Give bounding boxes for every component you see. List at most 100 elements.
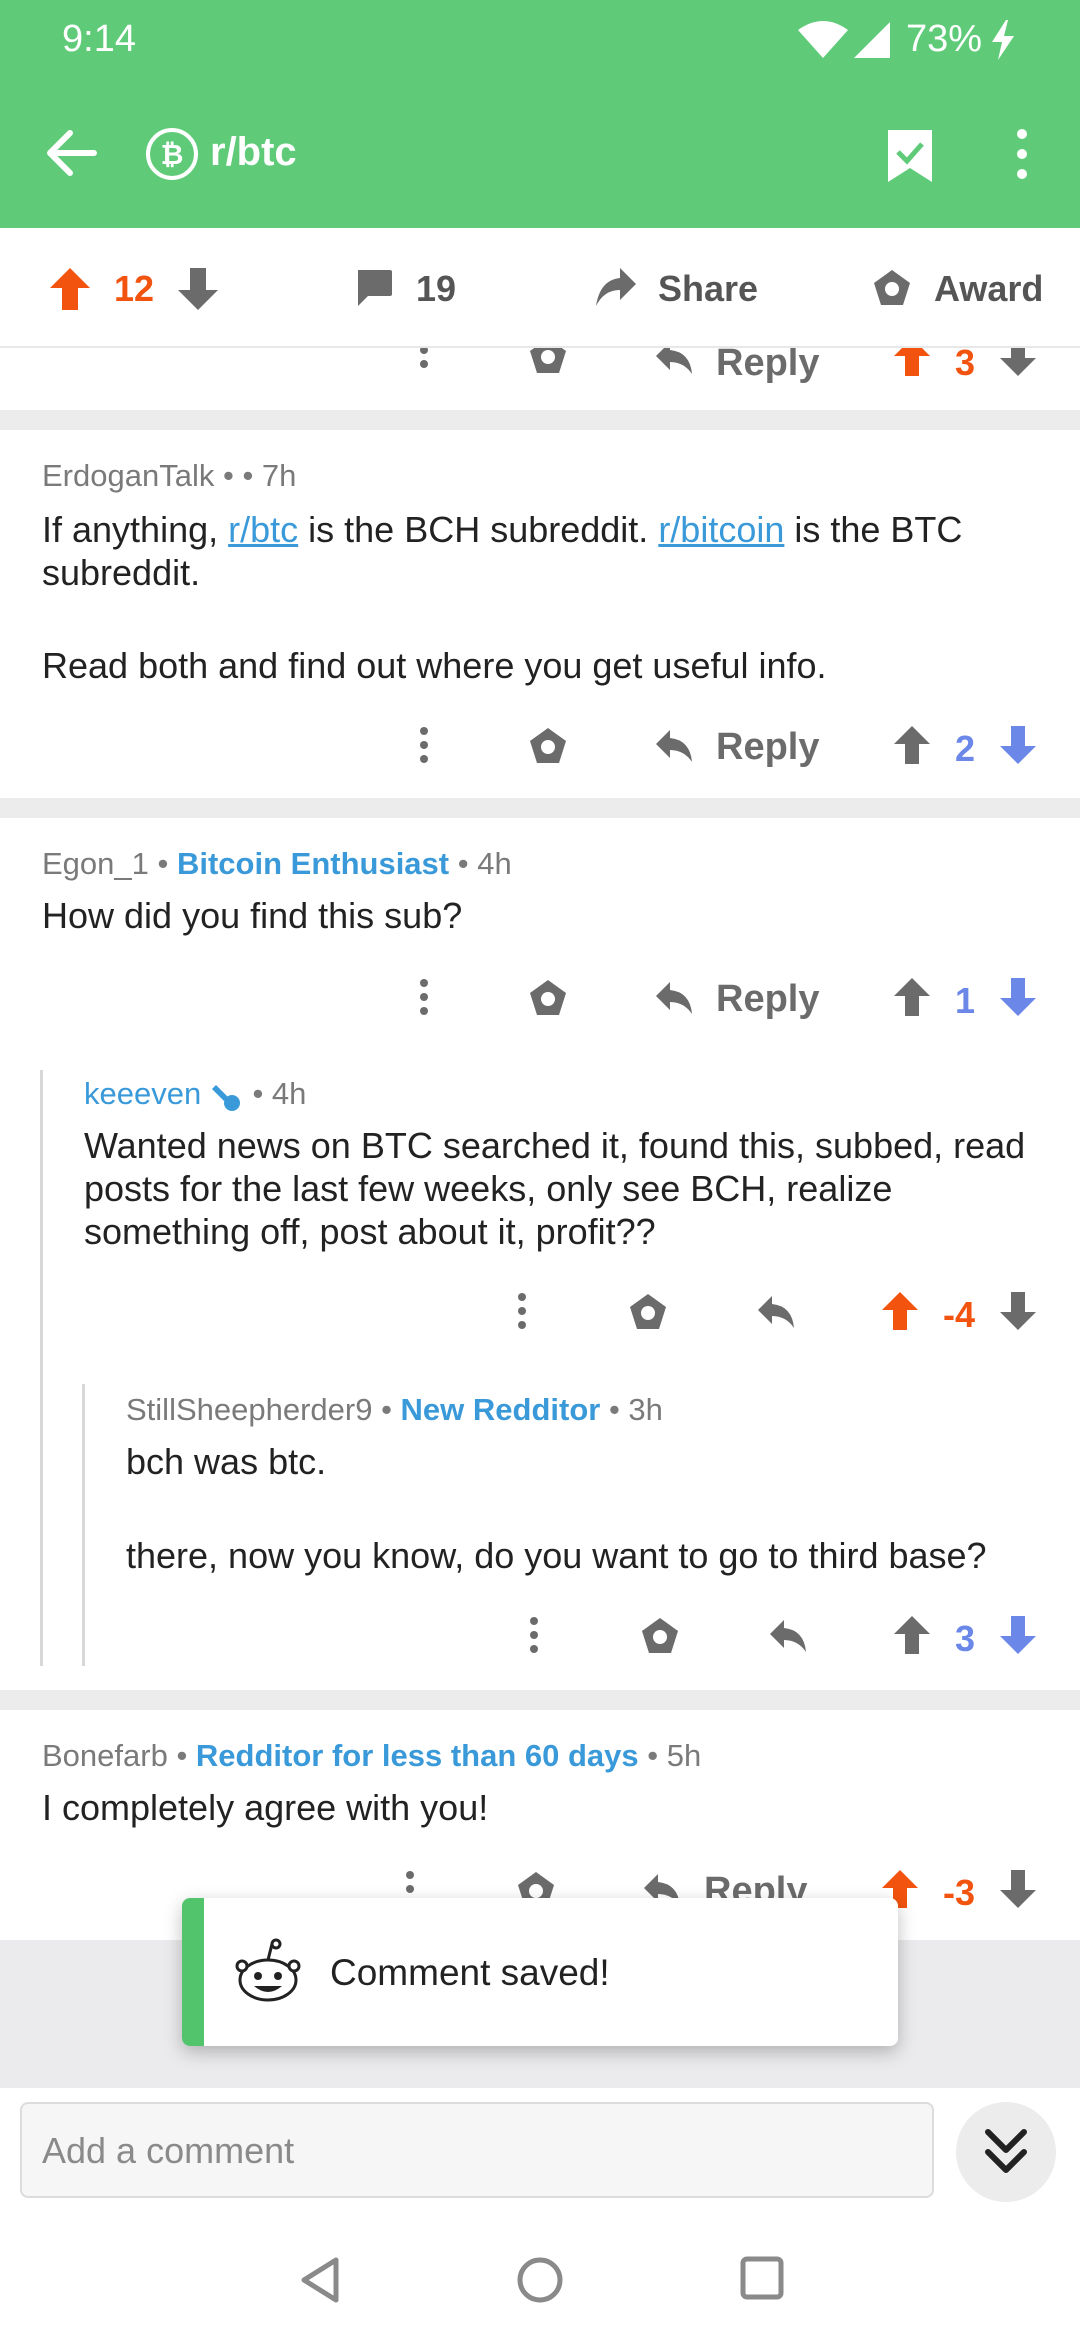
upvote-icon[interactable]	[894, 726, 930, 764]
nav-back-icon[interactable]	[298, 2256, 342, 2304]
user-flair: Bitcoin Enthusiast	[176, 846, 450, 881]
comment-score: 3	[954, 1618, 976, 1659]
comment-text: is the BCH subreddit.	[298, 509, 659, 550]
more-vert-icon[interactable]	[512, 1292, 532, 1332]
system-nav-bar	[0, 2218, 1080, 2340]
downvote-icon[interactable]	[1000, 348, 1036, 376]
comment-time: • 3h	[608, 1392, 663, 1427]
upvote-icon[interactable]	[50, 268, 90, 310]
wrench-icon	[211, 1084, 240, 1111]
comment-actions: -4	[0, 1282, 1080, 1342]
thread-line[interactable]	[40, 1070, 43, 1666]
comment-author[interactable]: keeeven	[84, 1076, 201, 1111]
reply-icon[interactable]	[654, 348, 694, 376]
reply-icon[interactable]	[768, 1618, 808, 1654]
subreddit-link[interactable]: r/bitcoin	[658, 509, 784, 550]
comment-meta: keeeven • 4h	[84, 1076, 306, 1112]
comment-time: • 4h	[252, 1076, 307, 1111]
bookmark-check-icon[interactable]	[884, 126, 936, 186]
reply-icon[interactable]	[654, 728, 694, 764]
scroll-to-bottom-button[interactable]	[956, 2102, 1056, 2202]
comment-text: Wanted news on BTC searched it, found th…	[84, 1125, 1026, 1252]
downvote-icon[interactable]	[1000, 1616, 1036, 1654]
comment-composer: Add a comment	[0, 2088, 1080, 2218]
upvote-icon[interactable]	[894, 978, 930, 1016]
more-vert-icon[interactable]	[414, 348, 434, 378]
comment-text: there, now you know, do you want to go t…	[126, 1535, 987, 1576]
comment-body: If anything, r/btc is the BCH subreddit.…	[42, 508, 1042, 594]
downvote-icon[interactable]	[1000, 1870, 1036, 1908]
comment-meta: ErdoganTalk • • 7h	[42, 458, 296, 494]
downvote-icon[interactable]	[1000, 726, 1036, 764]
comment-author[interactable]: Bonefarb	[42, 1738, 168, 1773]
nav-recents-icon[interactable]	[740, 2256, 784, 2300]
more-vert-icon[interactable]	[524, 1616, 544, 1656]
comment-time: • 7h	[242, 458, 297, 493]
status-bar: 9:14 73%	[0, 0, 1080, 78]
reply-icon[interactable]	[654, 980, 694, 1016]
user-flair: New Redditor	[400, 1392, 601, 1427]
comment-score: 2	[954, 728, 976, 769]
reply-label[interactable]: Reply	[716, 726, 819, 769]
reply-label[interactable]: Reply	[716, 348, 819, 385]
subreddit-name[interactable]: r/btc	[210, 130, 297, 175]
back-arrow-icon[interactable]	[44, 128, 98, 178]
upvote-icon[interactable]	[894, 1616, 930, 1654]
app-bar: ₿ r/btc	[0, 78, 1080, 228]
upvote-icon[interactable]	[894, 348, 930, 376]
post-action-bar: 12 19 Share Award	[0, 228, 1080, 348]
toast-accent	[182, 1898, 204, 2046]
svg-text:₿: ₿	[161, 138, 184, 171]
award-icon[interactable]	[528, 726, 568, 766]
battery-percent: 73%	[906, 18, 983, 60]
comment-icon[interactable]	[354, 268, 394, 308]
more-vert-icon[interactable]	[1012, 126, 1032, 182]
comment-score: -3	[942, 1872, 975, 1913]
toast-comment-saved: Comment saved!	[182, 1898, 898, 2046]
comment-meta: Bonefarb • Redditor for less than 60 day…	[42, 1738, 702, 1773]
downvote-icon[interactable]	[178, 268, 218, 310]
comment-text: If anything,	[42, 509, 229, 550]
more-vert-icon[interactable]	[414, 726, 434, 766]
comment-text: I completely agree with you!	[42, 1787, 489, 1828]
comment-author[interactable]: ErdoganTalk	[42, 458, 214, 493]
reply-icon[interactable]	[756, 1294, 796, 1330]
award-button[interactable]: Award	[934, 268, 1043, 310]
award-icon[interactable]	[628, 1292, 668, 1332]
comment-text: How did you find this sub?	[42, 895, 463, 936]
toast-message: Comment saved!	[330, 1952, 610, 1993]
reply-label[interactable]: Reply	[716, 978, 819, 1021]
comment-divider	[0, 410, 1080, 430]
comment-text: Read both and find out where you get use…	[42, 645, 827, 686]
double-chevron-down-icon	[985, 2129, 1027, 2173]
share-icon[interactable]	[594, 266, 638, 310]
wifi-icon	[798, 21, 848, 58]
downvote-icon[interactable]	[1000, 1292, 1036, 1330]
comment-author[interactable]: Egon_1	[42, 846, 149, 881]
partial-comment-actions: Reply 3	[0, 348, 1080, 410]
signal-icon	[854, 22, 890, 58]
comment-divider	[0, 1690, 1080, 1710]
award-icon[interactable]	[872, 268, 912, 308]
comment-time: • 5h	[647, 1738, 702, 1773]
subreddit-link[interactable]: r/btc	[228, 509, 298, 550]
comment-score: -4	[942, 1294, 975, 1335]
comment-actions: Reply 1	[0, 968, 1080, 1028]
comment-actions: 3	[0, 1606, 1080, 1666]
comment-text: bch was btc.	[126, 1441, 327, 1482]
user-flair: Redditor for less than 60 days	[195, 1738, 639, 1773]
comment-meta: Egon_1 • Bitcoin Enthusiast • 4h	[42, 846, 512, 881]
award-icon[interactable]	[528, 978, 568, 1018]
comment-score: 1	[954, 980, 976, 1021]
share-button[interactable]: Share	[658, 268, 758, 310]
comment-author[interactable]: StillSheepherder9	[126, 1392, 372, 1427]
nav-home-icon[interactable]	[516, 2256, 564, 2304]
downvote-icon[interactable]	[1000, 978, 1036, 1016]
add-comment-field[interactable]: Add a comment	[20, 2102, 934, 2198]
comment-count[interactable]: 19	[416, 268, 456, 310]
upvote-icon[interactable]	[882, 1292, 918, 1330]
more-vert-icon[interactable]	[414, 978, 434, 1018]
award-icon[interactable]	[528, 348, 568, 376]
award-icon[interactable]	[640, 1616, 680, 1656]
comment-divider	[0, 798, 1080, 818]
